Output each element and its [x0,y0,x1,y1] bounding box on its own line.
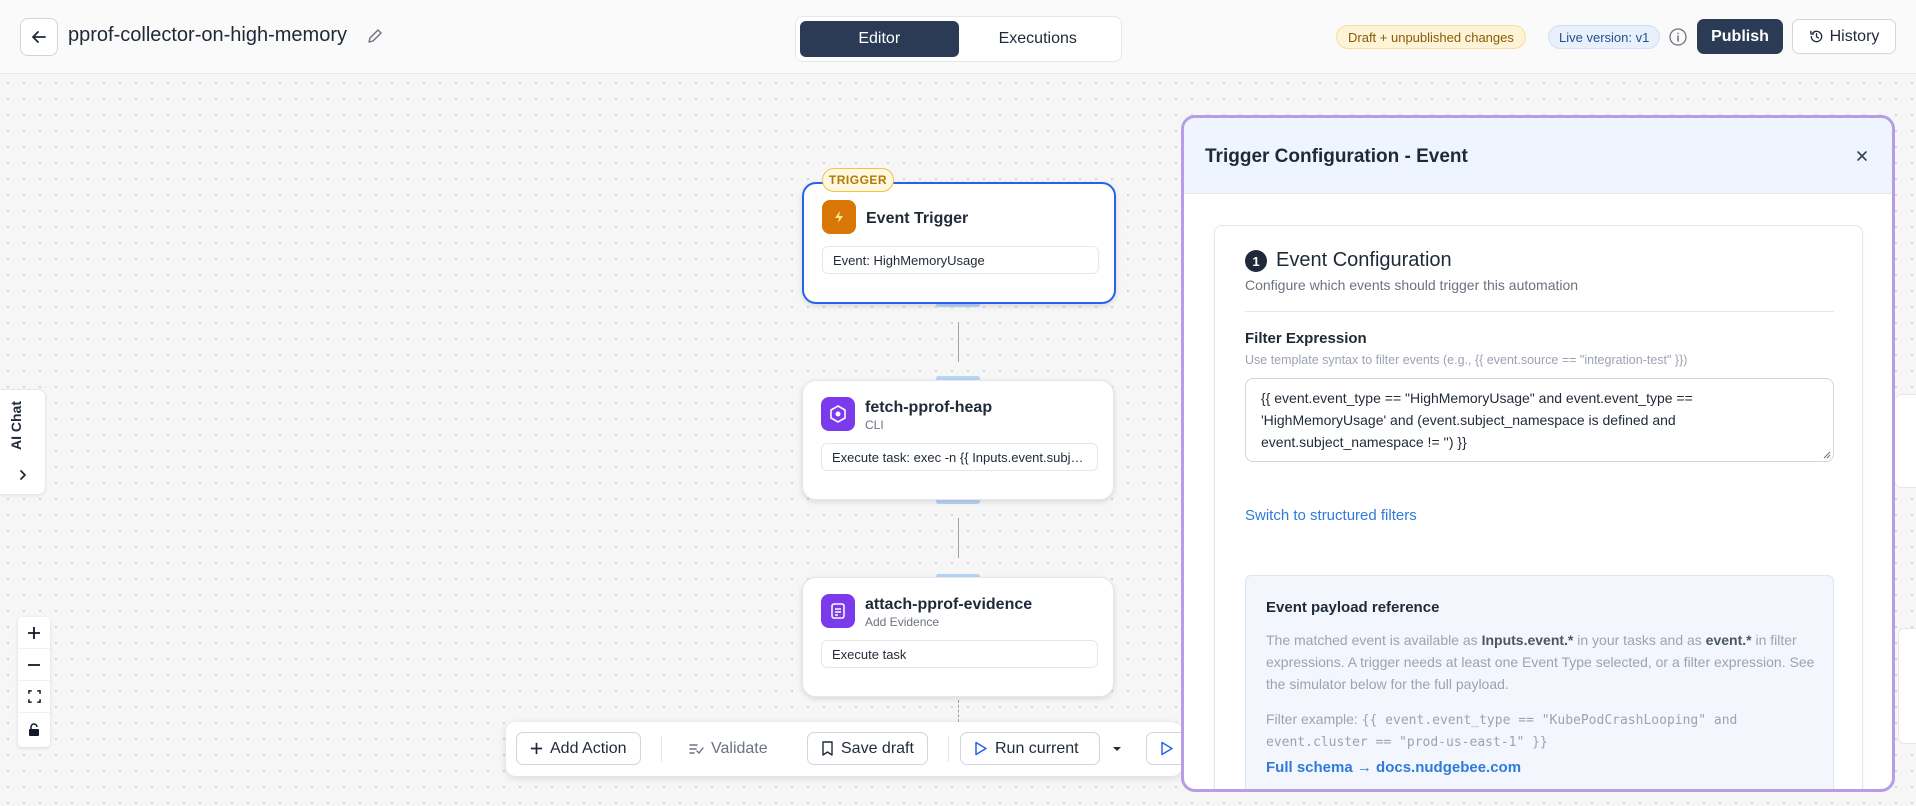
validate-label: Validate [711,739,768,757]
run-button[interactable] [1146,732,1182,765]
fetch-pprof-heap-node[interactable]: fetch-pprof-heap CLI Execute task: exec … [802,380,1114,500]
plus-icon [530,742,543,755]
event-config-card: 1 Event Configuration Configure which ev… [1214,225,1863,789]
tab-editor[interactable]: Editor [800,21,959,57]
draft-status-badge: Draft + unpublished changes [1336,25,1526,49]
lock-icon [29,722,39,736]
switch-to-structured-filters-link[interactable]: Switch to structured filters [1245,507,1417,524]
arrow-left-icon [32,31,46,43]
step-number: 1 [1245,250,1267,272]
node-subtitle: Add Evidence [865,615,940,629]
node-field: Execute task [821,640,1098,668]
full-schema-link[interactable]: Full schema → docs.nudgebee.com [1266,759,1521,776]
history-button[interactable]: History [1792,19,1896,54]
node-subtitle: CLI [865,418,884,432]
pencil-icon[interactable] [366,27,384,45]
event-trigger-node[interactable]: Event Trigger Event: HighMemoryUsage [802,182,1116,304]
edge-connector [958,322,959,362]
bottom-toolbar: Add Action Validate Save draft Run curre… [506,722,1182,776]
trigger-badge: TRIGGER [822,168,894,192]
close-icon[interactable] [1855,149,1869,163]
lightning-icon [822,200,856,234]
ai-chat-label: AI Chat [8,401,24,450]
edge-connector [958,700,959,722]
filter-expression-input[interactable]: {{ event.event_type == "HighMemoryUsage"… [1245,378,1834,462]
node-field: Execute task: exec -n {{ Inputs.event.su… [821,443,1098,471]
zoom-in-button[interactable] [18,617,50,649]
node-title: fetch-pprof-heap [865,399,993,416]
fit-view-button[interactable] [18,681,50,713]
reference-example: Filter example: {{ event.event_type == "… [1266,711,1738,750]
info-icon[interactable] [1668,27,1688,47]
bookmark-icon [822,741,833,756]
filter-expression-label: Filter Expression [1245,330,1367,347]
play-icon [975,741,987,756]
checklist-icon [689,744,704,755]
trigger-config-panel: Trigger Configuration - Event 1 Event Co… [1181,115,1895,792]
node-field: Event: HighMemoryUsage [822,246,1099,274]
run-current-label: Run current [995,739,1079,757]
section-title: Event Configuration [1276,249,1452,271]
document-icon [821,594,855,628]
publish-button[interactable]: Publish [1697,19,1783,54]
right-side-tab[interactable] [1894,394,1916,488]
view-tabs: Editor Executions [795,16,1122,62]
reference-text: The matched event is available as Inputs… [1266,632,1815,692]
node-field-text: Event: HighMemoryUsage [833,252,985,268]
add-action-button[interactable]: Add Action [516,732,641,765]
ai-chat-toggle[interactable]: AI Chat [0,389,46,495]
panel-header: Trigger Configuration - Event [1184,118,1892,194]
back-button[interactable] [20,18,58,56]
add-action-label: Add Action [550,739,627,757]
validate-button[interactable]: Validate [676,732,781,765]
live-version-badge: Live version: v1 [1548,25,1661,49]
chevron-right-icon [20,470,26,480]
chevron-down-icon[interactable] [1112,745,1122,753]
run-current-button[interactable]: Run current [960,732,1100,765]
node-field-text: Execute task: exec -n {{ Inputs.event.su… [832,449,1087,465]
plus-icon [28,626,40,639]
panel-title: Trigger Configuration - Event [1205,146,1468,167]
divider [1245,311,1834,312]
workflow-title: pprof-collector-on-high-memory [68,24,347,46]
zoom-controls [18,617,50,747]
tab-executions[interactable]: Executions [959,21,1118,57]
save-draft-button[interactable]: Save draft [807,732,928,765]
history-icon [1809,30,1822,43]
fit-view-icon [27,690,41,703]
history-label: History [1829,27,1880,45]
attach-pprof-evidence-node[interactable]: attach-pprof-evidence Add Evidence Execu… [802,577,1114,697]
kubernetes-icon [821,397,855,431]
play-icon [1161,741,1173,756]
minus-icon [28,663,40,666]
node-title: Event Trigger [866,210,969,227]
event-payload-reference: Event payload reference The matched even… [1245,575,1834,789]
save-draft-label: Save draft [841,739,914,757]
section-subtitle: Configure which events should trigger th… [1245,277,1579,293]
toolbar-divider [661,736,662,762]
node-field-text: Execute task [832,646,907,662]
node-title: attach-pprof-evidence [865,596,1033,613]
lock-button[interactable] [18,713,50,745]
zoom-out-button[interactable] [18,649,50,681]
reference-title: Event payload reference [1266,599,1440,616]
filter-expression-value: {{ event.event_type == "HighMemoryUsage"… [1261,390,1693,450]
right-side-strip [1898,628,1916,744]
toolbar-divider [948,736,949,762]
filter-expression-hint: Use template syntax to filter events (e.… [1245,353,1688,367]
app-header: pprof-collector-on-high-memory Editor Ex… [0,0,1916,74]
resize-grip-icon[interactable] [1823,451,1831,459]
edge-connector [958,518,959,558]
